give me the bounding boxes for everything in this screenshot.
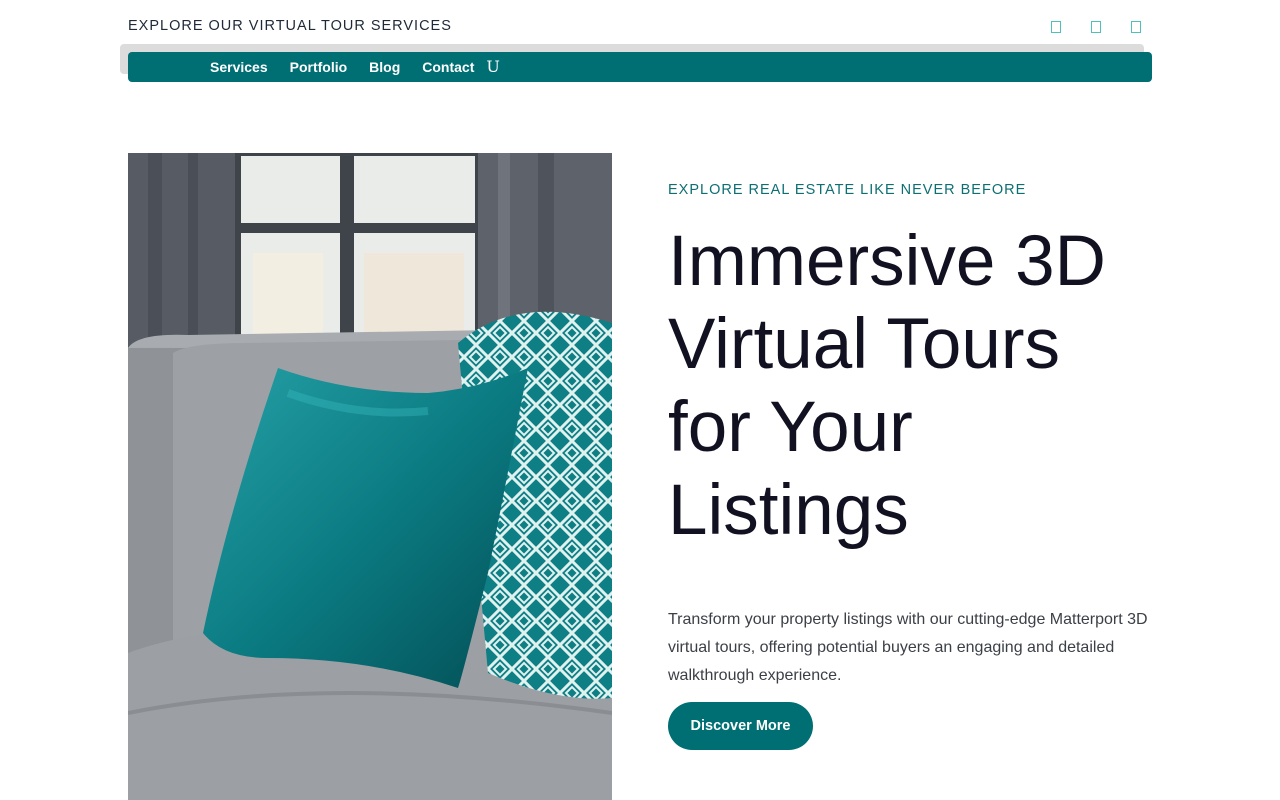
- hero-title-line-4: Listings: [668, 471, 909, 550]
- hero-title-line-2: Virtual Tours: [668, 305, 1061, 384]
- nav-link-services[interactable]: Services: [210, 59, 268, 75]
- topbar-tagline: EXPLORE OUR VIRTUAL TOUR SERVICES: [128, 18, 452, 34]
- search-icon[interactable]: U: [486, 59, 499, 75]
- discover-more-button[interactable]: Discover More: [668, 702, 813, 750]
- social-icon-2[interactable]: [1090, 19, 1102, 35]
- nav-link-blog[interactable]: Blog: [369, 59, 400, 75]
- nav-link-contact[interactable]: Contact: [422, 59, 474, 75]
- hero-description: Transform your property listings with ou…: [668, 611, 1148, 684]
- nav-link-portfolio[interactable]: Portfolio: [290, 59, 348, 75]
- hero-title: Immersive 3D Virtual Tours for Your List…: [668, 220, 1168, 552]
- social-links: [1050, 19, 1142, 35]
- hero-title-line-3: for Your: [668, 388, 913, 467]
- social-icon-1[interactable]: [1050, 19, 1062, 35]
- hero-image: [128, 153, 612, 800]
- social-icon-3[interactable]: [1130, 19, 1142, 35]
- main-navbar: Services Portfolio Blog Contact U: [128, 52, 1152, 82]
- hero-eyebrow: EXPLORE REAL ESTATE LIKE NEVER BEFORE: [668, 182, 1027, 198]
- hero-title-line-1: Immersive 3D: [668, 222, 1106, 301]
